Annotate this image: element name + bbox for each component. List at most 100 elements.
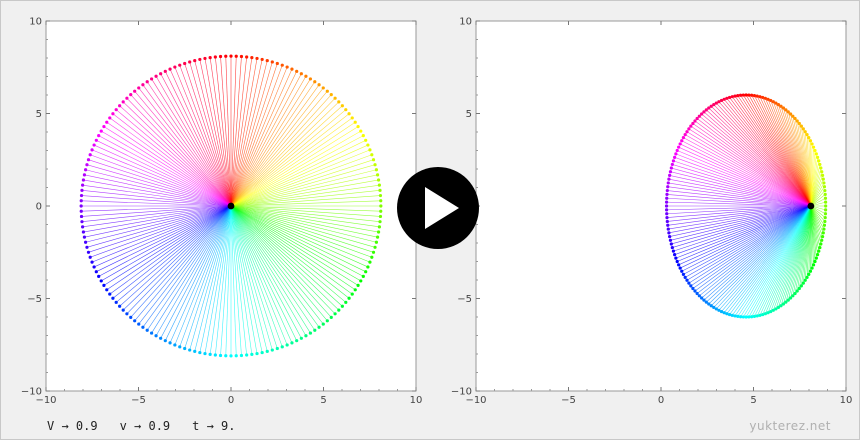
ring-point [808,139,813,143]
ring-point [797,121,801,126]
ring-point [799,124,803,128]
ring-point [375,235,380,239]
ring-point [118,104,122,108]
ring-point [79,214,84,219]
ring-point [168,341,172,345]
ring-point [808,269,813,273]
ring-point [290,341,294,345]
ring-point [173,343,177,347]
ring-point [337,100,341,104]
ring-point [347,296,351,300]
ring-point [299,72,303,76]
left-scatter-plot: −10−10−5−500551010 [21,17,422,407]
ring-point [374,240,378,244]
ring-point [79,199,83,203]
ring-point [379,209,383,213]
ring-point [265,59,269,63]
ring-point [285,343,289,347]
right-plot-panel: −10−10−5−500551010 [431,1,860,416]
y-tick-label: −5 [27,294,42,305]
ring-point [752,314,757,318]
ring-point [359,279,363,283]
y-tick-label: 5 [466,109,472,120]
ring-point [333,96,337,100]
ring-point [664,204,669,208]
x-tick-label: 10 [840,395,853,406]
param-t: t → 9. [192,419,236,433]
ring-point [329,93,333,97]
ring-point [677,263,681,267]
ring-point [671,159,676,163]
ring-point [270,348,274,352]
ring-point [317,325,321,329]
ring-point [378,214,383,219]
ring-point [337,308,341,312]
ring-point [94,138,98,142]
ring-point [741,93,745,97]
ring-point [669,242,673,246]
ring-point [810,266,814,270]
ring-point [353,288,357,292]
ring-point [154,334,158,338]
ring-point [81,225,85,229]
ring-point [99,279,103,283]
ring-point [92,143,96,147]
ring-point [665,212,669,216]
play-button[interactable] [397,167,479,249]
ring-point [677,145,681,149]
left-plot-panel: −10 −10 −5 −5 0 0 5 5 10 10 [1,1,431,416]
ring-point [105,288,109,292]
ring-point [280,345,284,349]
ring-point [80,220,84,224]
ring-point [129,93,133,97]
ring-point [681,272,686,276]
ring-point [750,315,754,319]
ring-point [799,284,803,288]
ring-point [730,313,734,317]
ring-point [683,133,687,137]
ring-point [823,196,828,200]
ring-point [114,108,118,112]
ring-point [145,328,149,332]
ring-point [203,351,207,356]
ring-point [347,112,351,116]
play-icon[interactable] [425,187,459,229]
ring-point [265,349,269,353]
ring-point [245,353,249,357]
ring-point [670,245,674,250]
ring-point [163,339,167,343]
ring-point [255,351,259,356]
ring-point [198,350,202,355]
ring-point [371,250,376,254]
ring-point [805,133,809,137]
ring-point [79,193,84,198]
ring-point [154,74,158,78]
ring-point [736,94,740,98]
ring-point [366,265,370,269]
ring-point [308,77,313,81]
ring-point [667,231,671,235]
ring-point [685,130,689,134]
ring-point [693,119,697,123]
ring-point [371,158,376,162]
ring-point [329,315,333,319]
ring-point [689,284,693,288]
ring-point [313,80,317,84]
y-tick-label: 5 [36,109,42,120]
ring-point [693,289,697,293]
ring-point [687,281,691,285]
ring-point [361,134,365,138]
ring-point [299,336,303,340]
ring-point [379,204,383,208]
ring-point [668,170,673,174]
ring-point [373,163,377,167]
ring-point [84,168,88,172]
ring-point [229,354,233,358]
param-v: v → 0.9 [119,419,171,433]
ring-point [368,260,372,264]
ring-point [691,286,695,291]
ring-point [229,54,233,58]
ring-point [747,315,751,319]
ring-point [121,308,125,312]
ring-point [188,348,192,352]
